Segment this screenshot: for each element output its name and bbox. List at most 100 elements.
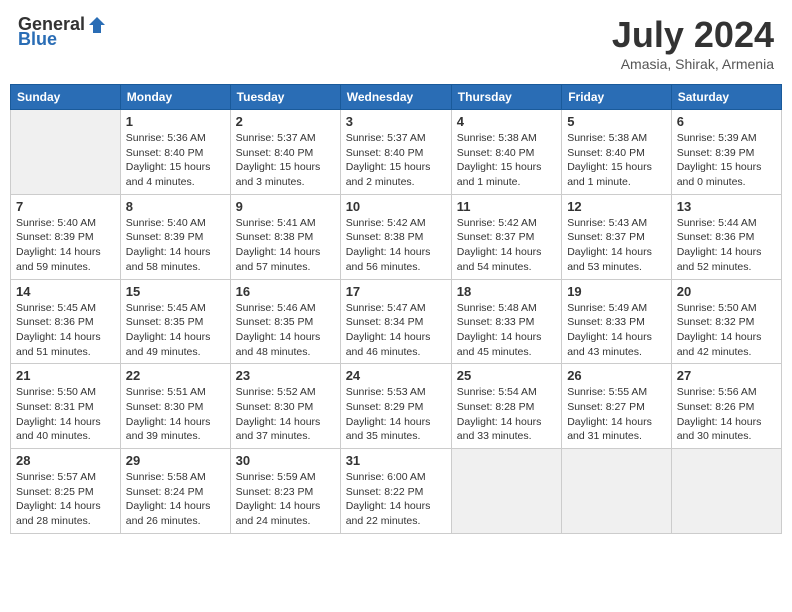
calendar-day-cell: 15Sunrise: 5:45 AM Sunset: 8:35 PM Dayli… [120, 279, 230, 364]
calendar-day-cell: 18 Sunrise: 5:48 AM Sunset: 8:33 PM Dayli… [451, 279, 561, 364]
day-info: Sunrise: 5:48 AM Sunset: 8:33 PM Dayligh… [457, 301, 556, 360]
day-number: 13 [677, 199, 776, 214]
page-header: General Blue July 2024 Amasia, Shirak, A… [10, 10, 782, 76]
calendar-day-cell: 6Sunrise: 5:39 AM Sunset: 8:39 PM Daylig… [671, 110, 781, 195]
calendar-day-cell: 24 Sunrise: 5:53 AM Sunset: 8:29 PM Dayli… [340, 364, 451, 449]
day-info: Sunrise: 5:36 AM Sunset: 8:40 PM Dayligh… [126, 131, 225, 190]
calendar-day-cell: 21 Sunrise: 5:50 AM Sunset: 8:31 PM Dayli… [11, 364, 121, 449]
calendar-day-cell: 14 Sunrise: 5:45 AM Sunset: 8:36 PM Dayli… [11, 279, 121, 364]
calendar-day-cell: 1 Sunrise: 5:36 AM Sunset: 8:40 PM Daylig… [120, 110, 230, 195]
day-number: 7 [16, 199, 115, 214]
day-number: 23 [236, 368, 335, 383]
day-info: Sunrise: 5:45 AM Sunset: 8:36 PM Dayligh… [16, 301, 115, 360]
day-info: Sunrise: 5:55 AM Sunset: 8:27 PM Dayligh… [567, 385, 666, 444]
day-number: 18 [457, 284, 556, 299]
calendar-day-cell: 4 Sunrise: 5:38 AM Sunset: 8:40 PM Daylig… [451, 110, 561, 195]
day-number: 21 [16, 368, 115, 383]
day-number: 22 [126, 368, 225, 383]
day-number: 14 [16, 284, 115, 299]
day-info: Sunrise: 5:58 AM Sunset: 8:24 PM Dayligh… [126, 470, 225, 529]
day-info: Sunrise: 5:37 AM Sunset: 8:40 PM Dayligh… [236, 131, 335, 190]
location-text: Amasia, Shirak, Armenia [612, 56, 774, 72]
day-info: Sunrise: 5:37 AM Sunset: 8:40 PM Dayligh… [346, 131, 446, 190]
logo-blue-text: Blue [18, 29, 57, 50]
day-number: 2 [236, 114, 335, 129]
calendar-table: SundayMondayTuesdayWednesdayThursdayFrid… [10, 84, 782, 534]
day-number: 20 [677, 284, 776, 299]
day-info: Sunrise: 5:41 AM Sunset: 8:38 PM Dayligh… [236, 216, 335, 275]
calendar-week-row: 7 Sunrise: 5:40 AM Sunset: 8:39 PM Daylig… [11, 194, 782, 279]
calendar-day-cell: 12 Sunrise: 5:43 AM Sunset: 8:37 PM Dayli… [562, 194, 672, 279]
day-info: Sunrise: 5:50 AM Sunset: 8:32 PM Dayligh… [677, 301, 776, 360]
title-block: July 2024 Amasia, Shirak, Armenia [612, 14, 774, 72]
day-info: Sunrise: 5:52 AM Sunset: 8:30 PM Dayligh… [236, 385, 335, 444]
calendar-header-tuesday: Tuesday [230, 85, 340, 110]
day-info: Sunrise: 5:54 AM Sunset: 8:28 PM Dayligh… [457, 385, 556, 444]
day-number: 11 [457, 199, 556, 214]
day-info: Sunrise: 5:56 AM Sunset: 8:26 PM Dayligh… [677, 385, 776, 444]
calendar-day-cell [451, 449, 561, 534]
day-info: Sunrise: 5:38 AM Sunset: 8:40 PM Dayligh… [567, 131, 666, 190]
calendar-day-cell: 11Sunrise: 5:42 AM Sunset: 8:37 PM Dayli… [451, 194, 561, 279]
day-info: Sunrise: 5:43 AM Sunset: 8:37 PM Dayligh… [567, 216, 666, 275]
calendar-day-cell: 10Sunrise: 5:42 AM Sunset: 8:38 PM Dayli… [340, 194, 451, 279]
day-info: Sunrise: 5:47 AM Sunset: 8:34 PM Dayligh… [346, 301, 446, 360]
calendar-day-cell: 29Sunrise: 5:58 AM Sunset: 8:24 PM Dayli… [120, 449, 230, 534]
day-number: 3 [346, 114, 446, 129]
day-number: 17 [346, 284, 446, 299]
day-info: Sunrise: 6:00 AM Sunset: 8:22 PM Dayligh… [346, 470, 446, 529]
day-number: 16 [236, 284, 335, 299]
calendar-day-cell: 16 Sunrise: 5:46 AM Sunset: 8:35 PM Dayli… [230, 279, 340, 364]
calendar-header-thursday: Thursday [451, 85, 561, 110]
day-number: 15 [126, 284, 225, 299]
day-number: 30 [236, 453, 335, 468]
calendar-header-row: SundayMondayTuesdayWednesdayThursdayFrid… [11, 85, 782, 110]
logo: General Blue [18, 14, 107, 50]
calendar-day-cell [671, 449, 781, 534]
calendar-day-cell: 2 Sunrise: 5:37 AM Sunset: 8:40 PM Daylig… [230, 110, 340, 195]
calendar-day-cell: 23 Sunrise: 5:52 AM Sunset: 8:30 PM Dayli… [230, 364, 340, 449]
day-number: 1 [126, 114, 225, 129]
day-info: Sunrise: 5:38 AM Sunset: 8:40 PM Dayligh… [457, 131, 556, 190]
day-number: 25 [457, 368, 556, 383]
day-info: Sunrise: 5:59 AM Sunset: 8:23 PM Dayligh… [236, 470, 335, 529]
day-number: 28 [16, 453, 115, 468]
calendar-day-cell: 26Sunrise: 5:55 AM Sunset: 8:27 PM Dayli… [562, 364, 672, 449]
calendar-day-cell: 7 Sunrise: 5:40 AM Sunset: 8:39 PM Daylig… [11, 194, 121, 279]
day-number: 10 [346, 199, 446, 214]
calendar-day-cell: 20 Sunrise: 5:50 AM Sunset: 8:32 PM Dayli… [671, 279, 781, 364]
day-number: 4 [457, 114, 556, 129]
calendar-week-row: 14 Sunrise: 5:45 AM Sunset: 8:36 PM Dayli… [11, 279, 782, 364]
calendar-day-cell: 22 Sunrise: 5:51 AM Sunset: 8:30 PM Dayli… [120, 364, 230, 449]
day-info: Sunrise: 5:53 AM Sunset: 8:29 PM Dayligh… [346, 385, 446, 444]
month-title: July 2024 [612, 14, 774, 56]
calendar-day-cell: 9 Sunrise: 5:41 AM Sunset: 8:38 PM Daylig… [230, 194, 340, 279]
day-info: Sunrise: 5:57 AM Sunset: 8:25 PM Dayligh… [16, 470, 115, 529]
day-number: 9 [236, 199, 335, 214]
day-info: Sunrise: 5:51 AM Sunset: 8:30 PM Dayligh… [126, 385, 225, 444]
day-info: Sunrise: 5:40 AM Sunset: 8:39 PM Dayligh… [16, 216, 115, 275]
calendar-day-cell: 13Sunrise: 5:44 AM Sunset: 8:36 PM Dayli… [671, 194, 781, 279]
day-info: Sunrise: 5:39 AM Sunset: 8:39 PM Dayligh… [677, 131, 776, 190]
day-number: 12 [567, 199, 666, 214]
calendar-week-row: 1 Sunrise: 5:36 AM Sunset: 8:40 PM Daylig… [11, 110, 782, 195]
day-number: 5 [567, 114, 666, 129]
calendar-day-cell: 25 Sunrise: 5:54 AM Sunset: 8:28 PM Dayli… [451, 364, 561, 449]
calendar-day-cell: 8Sunrise: 5:40 AM Sunset: 8:39 PM Daylig… [120, 194, 230, 279]
calendar-day-cell: 27 Sunrise: 5:56 AM Sunset: 8:26 PM Dayli… [671, 364, 781, 449]
day-info: Sunrise: 5:49 AM Sunset: 8:33 PM Dayligh… [567, 301, 666, 360]
day-number: 27 [677, 368, 776, 383]
calendar-day-cell [11, 110, 121, 195]
calendar-day-cell: 3 Sunrise: 5:37 AM Sunset: 8:40 PM Daylig… [340, 110, 451, 195]
calendar-header-saturday: Saturday [671, 85, 781, 110]
calendar-day-cell [562, 449, 672, 534]
calendar-header-wednesday: Wednesday [340, 85, 451, 110]
calendar-header-monday: Monday [120, 85, 230, 110]
calendar-day-cell: 30 Sunrise: 5:59 AM Sunset: 8:23 PM Dayli… [230, 449, 340, 534]
day-info: Sunrise: 5:46 AM Sunset: 8:35 PM Dayligh… [236, 301, 335, 360]
calendar-day-cell: 19Sunrise: 5:49 AM Sunset: 8:33 PM Dayli… [562, 279, 672, 364]
calendar-week-row: 21 Sunrise: 5:50 AM Sunset: 8:31 PM Dayli… [11, 364, 782, 449]
calendar-week-row: 28 Sunrise: 5:57 AM Sunset: 8:25 PM Dayli… [11, 449, 782, 534]
day-info: Sunrise: 5:50 AM Sunset: 8:31 PM Dayligh… [16, 385, 115, 444]
day-number: 24 [346, 368, 446, 383]
